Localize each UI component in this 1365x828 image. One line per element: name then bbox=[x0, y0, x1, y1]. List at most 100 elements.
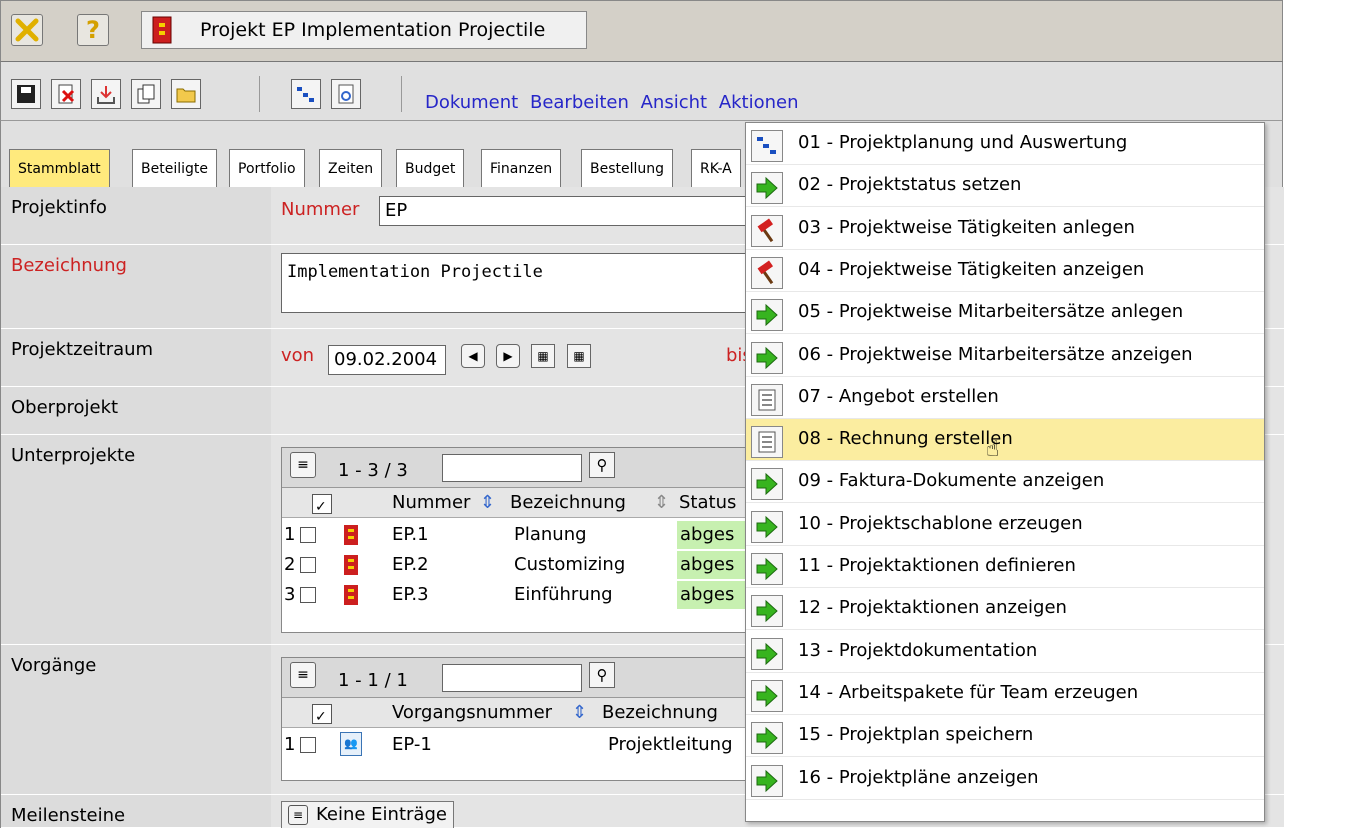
nummer-field[interactable]: EP bbox=[379, 196, 779, 226]
search-input[interactable] bbox=[442, 664, 582, 692]
aktionen-menu-item-label: 12 - Projektaktionen anzeigen bbox=[798, 597, 1067, 619]
aktionen-menu-item-label: 16 - Projektpläne anzeigen bbox=[798, 766, 1039, 788]
projektzeitraum-label: Projektzeitraum bbox=[1, 329, 271, 386]
close-button[interactable] bbox=[11, 14, 43, 46]
open-folder-button[interactable] bbox=[171, 79, 201, 109]
row-checkbox[interactable] bbox=[300, 527, 316, 543]
calendar-icon: ▦ bbox=[537, 349, 549, 363]
hand-cursor-icon: ☝ bbox=[986, 437, 1000, 463]
table-row[interactable]: 1 EP.1 Planung abges bbox=[282, 520, 752, 550]
tab-stammblatt[interactable]: Stammblatt bbox=[9, 149, 110, 187]
menubar: Dokument Bearbeiten Ansicht Aktionen bbox=[425, 92, 805, 113]
table-row[interactable]: 3 EP.3 Einführung abges bbox=[282, 580, 752, 610]
meilensteine-label: Meilensteine bbox=[1, 795, 271, 827]
nummer-label: Nummer bbox=[281, 199, 360, 220]
arrow-left-icon: ◀ bbox=[468, 349, 478, 363]
tab-portfolio[interactable]: Portfolio bbox=[229, 149, 305, 187]
copy-button[interactable] bbox=[131, 79, 161, 109]
document-refresh-button[interactable] bbox=[331, 79, 361, 109]
aktionen-menu-item[interactable]: 03 - Projektweise Tätigkeiten anlegen bbox=[746, 208, 1264, 250]
tab-zeiten[interactable]: Zeiten bbox=[319, 149, 383, 187]
save-button[interactable] bbox=[11, 79, 41, 109]
calendar-button[interactable]: ▦ bbox=[531, 344, 555, 368]
aktionen-menu-item-label: 03 - Projektweise Tätigkeiten anlegen bbox=[798, 216, 1135, 238]
aktionen-menu-item[interactable]: 12 - Projektaktionen anzeigen bbox=[746, 588, 1264, 631]
aktionen-menu-item[interactable]: 09 - Faktura-Dokumente anzeigen bbox=[746, 461, 1264, 504]
aktionen-menu-item[interactable]: 02 - Projektstatus setzen bbox=[746, 165, 1264, 208]
prev-date-button[interactable]: ◀ bbox=[461, 344, 485, 368]
tab-rk-a[interactable]: RK-A bbox=[691, 149, 741, 187]
aktionen-menu-item-label: 06 - Projektweise Mitarbeitersätze anzei… bbox=[798, 343, 1193, 365]
sort-icon[interactable]: ⇕ bbox=[480, 492, 495, 513]
column-status[interactable]: Status bbox=[679, 492, 736, 513]
aktionen-menu-item[interactable]: 11 - Projektaktionen definieren bbox=[746, 546, 1264, 588]
arrow-right-icon: ▶ bbox=[503, 349, 513, 363]
row-nummer[interactable]: EP.2 bbox=[392, 554, 429, 575]
sort-icon[interactable]: ⇕ bbox=[654, 492, 669, 513]
aktionen-menu-item-label: 04 - Projektweise Tätigkeiten anzeigen bbox=[798, 258, 1145, 280]
window-title: Projekt EP Implementation Projectile bbox=[200, 19, 546, 41]
calendar-range-button[interactable]: ▦ bbox=[567, 344, 591, 368]
aktionen-menu-item[interactable]: 06 - Projektweise Mitarbeitersätze anzei… bbox=[746, 335, 1264, 377]
column-nummer[interactable]: Nummer bbox=[392, 492, 470, 513]
sort-icon[interactable]: ⇕ bbox=[572, 702, 587, 723]
tab-beteiligte[interactable]: Beteiligte bbox=[132, 149, 217, 187]
aktionen-menu-item[interactable]: 13 - Projektdokumentation bbox=[746, 631, 1264, 673]
document-icon bbox=[751, 383, 783, 416]
aktionen-menu-item[interactable]: 14 - Arbeitspakete für Team erzeugen bbox=[746, 673, 1264, 715]
help-button[interactable]: ? bbox=[77, 14, 109, 46]
aktionen-menu-item-label: 13 - Projektdokumentation bbox=[798, 639, 1038, 661]
select-all-checkbox[interactable]: ✓ bbox=[312, 704, 332, 725]
table-row[interactable]: 1 👥 EP-1 Projektleitung bbox=[282, 730, 750, 760]
menu-dokument[interactable]: Dokument bbox=[425, 92, 518, 113]
aktionen-menu-item[interactable]: 05 - Projektweise Mitarbeitersätze anleg… bbox=[746, 292, 1264, 335]
column-bezeichnung[interactable]: Bezeichnung bbox=[602, 702, 718, 723]
bezeichnung-textarea[interactable]: Implementation Projectile bbox=[281, 253, 781, 313]
row-vorgangsnummer[interactable]: EP-1 bbox=[392, 734, 432, 755]
keine-eintraege-text: Keine Einträge bbox=[316, 804, 447, 825]
aktionen-menu-item[interactable]: 04 - Projektweise Tätigkeiten anzeigen bbox=[746, 250, 1264, 292]
aktionen-menu-item[interactable]: 01 - Projektplanung und Auswertung bbox=[746, 123, 1264, 165]
column-bezeichnung[interactable]: Bezeichnung bbox=[510, 492, 626, 513]
row-checkbox[interactable] bbox=[300, 587, 316, 603]
row-index: 1 bbox=[284, 524, 296, 545]
aktionen-menu-item[interactable]: 10 - Projektschablone erzeugen bbox=[746, 504, 1264, 546]
row-checkbox[interactable] bbox=[300, 557, 316, 573]
select-all-checkbox[interactable]: ✓ bbox=[312, 494, 332, 515]
search-input[interactable] bbox=[442, 454, 582, 482]
search-button[interactable]: ⚲ bbox=[589, 452, 615, 478]
aktionen-menu-item-label: 10 - Projektschablone erzeugen bbox=[798, 512, 1083, 534]
row-index: 1 bbox=[284, 734, 296, 755]
next-date-button[interactable]: ▶ bbox=[496, 344, 520, 368]
bezeichnung-label: Bezeichnung bbox=[1, 245, 271, 328]
aktionen-menu-item[interactable]: 08 - Rechnung erstellen ☝ bbox=[746, 419, 1264, 463]
gantt-button[interactable] bbox=[291, 79, 321, 109]
list-menu-button[interactable]: ≡ bbox=[290, 452, 316, 478]
import-button[interactable] bbox=[91, 79, 121, 109]
aktionen-menu-item[interactable]: 07 - Angebot erstellen bbox=[746, 377, 1264, 419]
menu-ansicht[interactable]: Ansicht bbox=[641, 92, 707, 113]
delete-button[interactable] bbox=[51, 79, 81, 109]
tab-finanzen[interactable]: Finanzen bbox=[481, 149, 562, 187]
tray-icon bbox=[97, 86, 115, 104]
tab-bestellung[interactable]: Bestellung bbox=[581, 149, 674, 187]
menu-bearbeiten[interactable]: Bearbeiten bbox=[530, 92, 629, 113]
tab-budget[interactable]: Budget bbox=[396, 149, 465, 187]
project-binder-icon bbox=[344, 555, 358, 575]
list-menu-button[interactable]: ≡ bbox=[290, 662, 316, 688]
row-checkbox[interactable] bbox=[300, 737, 316, 753]
row-nummer[interactable]: EP.1 bbox=[392, 524, 429, 545]
aktionen-menu-item-label: 07 - Angebot erstellen bbox=[798, 385, 999, 407]
column-vorgangsnummer[interactable]: Vorgangsnummer bbox=[392, 702, 552, 723]
row-bezeichnung: Planung bbox=[514, 524, 587, 545]
green-arrow-icon bbox=[751, 510, 783, 543]
keine-eintraege-box[interactable]: ≡ Keine Einträge bbox=[281, 801, 454, 828]
von-date-field[interactable]: 09.02.2004 bbox=[328, 345, 446, 375]
row-nummer[interactable]: EP.3 bbox=[392, 584, 429, 605]
aktionen-menu-item[interactable]: 15 - Projektplan speichern bbox=[746, 715, 1264, 758]
search-button[interactable]: ⚲ bbox=[589, 662, 615, 688]
aktionen-menu-item[interactable]: 16 - Projektpläne anzeigen bbox=[746, 758, 1264, 800]
toolbar-separator bbox=[259, 76, 260, 112]
table-row[interactable]: 2 EP.2 Customizing abges bbox=[282, 550, 752, 580]
menu-aktionen[interactable]: Aktionen bbox=[719, 92, 799, 113]
